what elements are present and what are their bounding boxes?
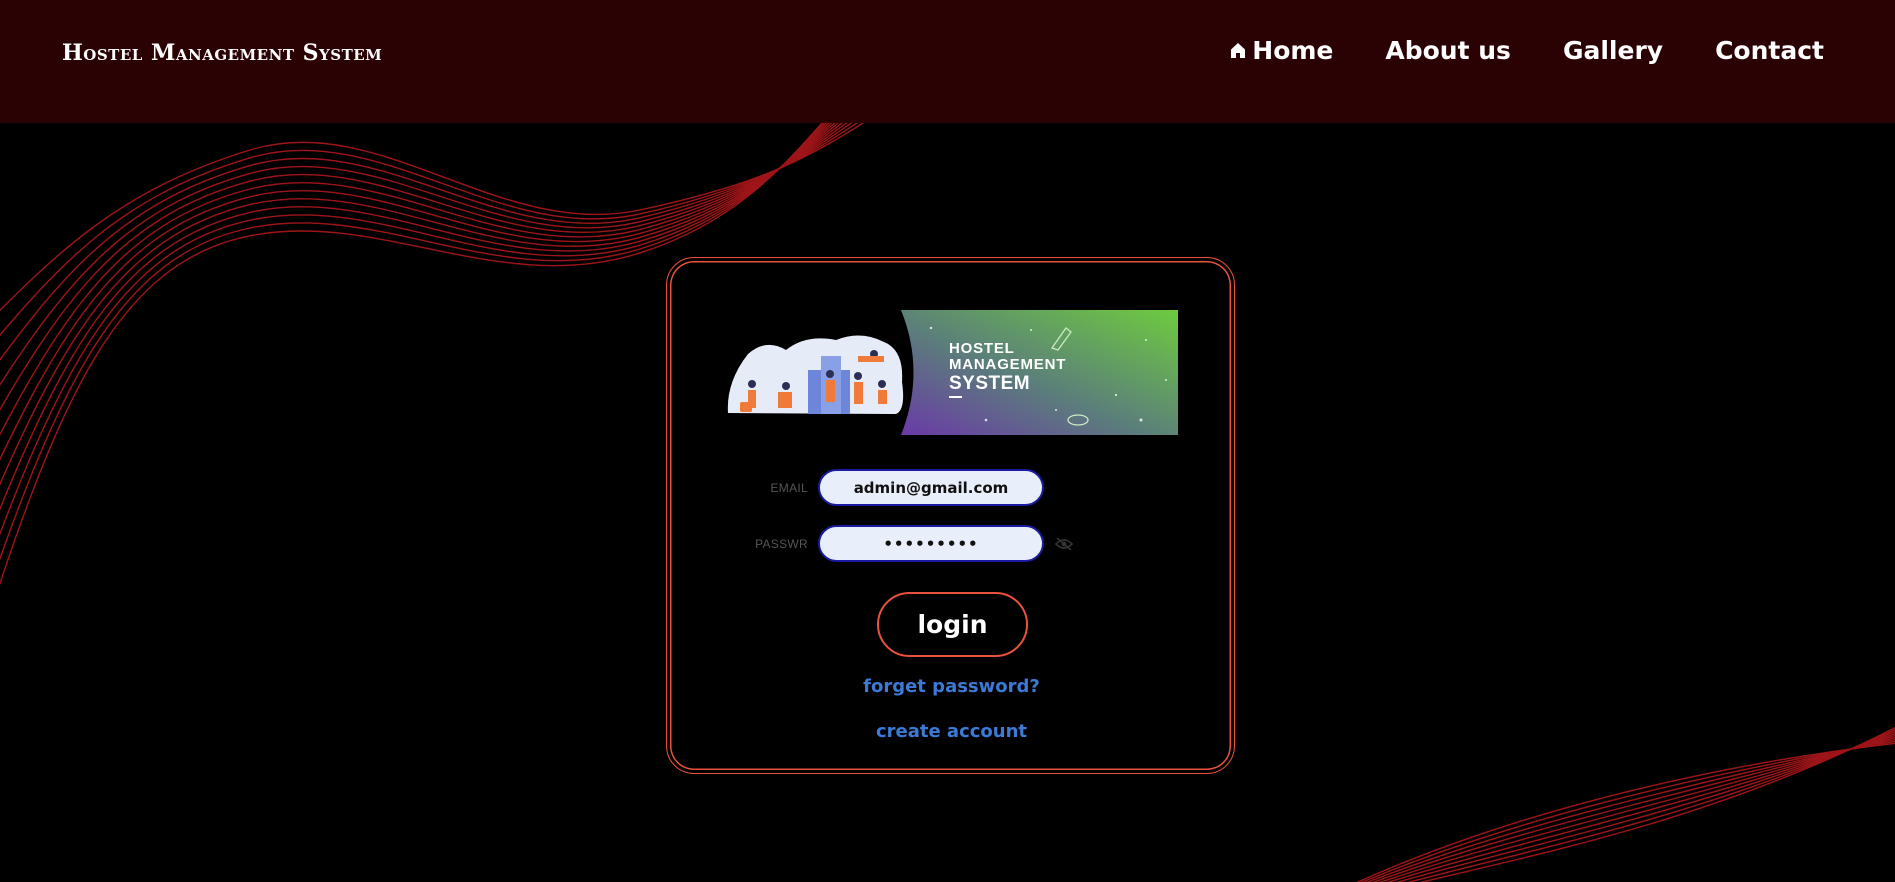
email-field[interactable] [818, 469, 1044, 506]
nav-contact-label: Contact [1715, 36, 1824, 65]
eye-slash-icon[interactable] [1054, 536, 1074, 552]
create-account-link[interactable]: create account [667, 721, 1236, 742]
nav-contact-link[interactable]: Contact [1715, 36, 1824, 65]
nav-about-label: About us [1385, 36, 1511, 65]
wave-line [1419, 726, 1895, 882]
home-icon [1231, 43, 1246, 58]
banner-title: HOSTEL MANAGEMENT SYSTEM [949, 341, 1099, 395]
nav-about-link[interactable]: About us [1385, 36, 1511, 65]
wave-line [1386, 732, 1895, 882]
wave-line [1356, 742, 1895, 882]
login-card: HOSTEL MANAGEMENT SYSTEM EMAIL PASSWR lo… [666, 257, 1235, 774]
nav-home-link[interactable]: Home [1230, 36, 1333, 65]
nav-gallery-label: Gallery [1562, 36, 1664, 65]
wave-line [1366, 738, 1895, 882]
banner-line-system: SYSTEM [949, 373, 1031, 394]
wave-line [1395, 730, 1895, 882]
nav-home-label: Home [1252, 36, 1334, 65]
main-nav: Home About us Gallery Contact [1230, 36, 1824, 65]
login-button[interactable]: login [877, 592, 1028, 657]
site-title: Hostel Management System [62, 40, 383, 66]
wave-line [1360, 740, 1895, 882]
banner-line-management: MANAGEMENT [949, 356, 1067, 373]
hostel-banner-image: HOSTEL MANAGEMENT SYSTEM [726, 310, 1178, 435]
password-field[interactable] [818, 525, 1044, 562]
banner-line-hostel: HOSTEL [949, 340, 1015, 357]
wave-line [1372, 736, 1895, 882]
password-label: PASSWR [755, 536, 808, 551]
wave-line [1406, 728, 1895, 882]
password-row: PASSWR [738, 525, 1074, 562]
forgot-password-link[interactable]: forget password? [667, 676, 1236, 697]
nav-gallery-link[interactable]: Gallery [1563, 36, 1663, 65]
email-label: EMAIL [770, 480, 808, 495]
top-navbar: Hostel Management System Home About us G… [0, 0, 1895, 123]
email-row: EMAIL [738, 469, 1044, 506]
wave-line [1378, 734, 1895, 882]
